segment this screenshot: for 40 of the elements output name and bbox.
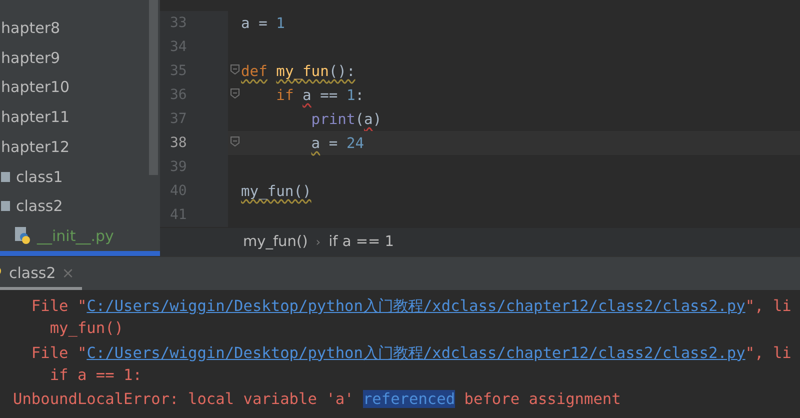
tree-item-label: class2 bbox=[16, 197, 63, 216]
tree-item-label: class1 bbox=[16, 168, 63, 186]
tree-item-label: hapter12 bbox=[1, 138, 70, 156]
code-line: my_fun() bbox=[241, 182, 312, 200]
tree-item-label: hapter11 bbox=[1, 108, 70, 126]
tree-item-label: hapter10 bbox=[1, 78, 70, 96]
code-line: def my_fun(): bbox=[241, 62, 356, 80]
folder-icon bbox=[1, 170, 10, 183]
tree-item-label: hapter8 bbox=[1, 18, 60, 37]
python-file-icon bbox=[15, 227, 31, 246]
folder-icon bbox=[1, 200, 10, 212]
code-line: print(a) bbox=[310, 110, 382, 128]
project-tree-item[interactable]: hapter9 bbox=[0, 42, 160, 72]
console-line: if a == 1: bbox=[48, 366, 143, 386]
fold-icon[interactable] bbox=[230, 88, 240, 99]
code-line: a = 24 bbox=[310, 134, 364, 152]
fold-icon[interactable] bbox=[230, 64, 240, 75]
code-line: if a == 1: bbox=[275, 86, 364, 104]
file-link[interactable]: C:/Users/wiggin/Desktop/python入门教程/xdclass/chapter12/class2/class2.py bbox=[86, 344, 746, 362]
breadcrumb-item[interactable]: my_fun() bbox=[243, 234, 308, 250]
project-tree-item[interactable]: __init__.py bbox=[14, 221, 160, 251]
project-tree-item[interactable]: hapter10 bbox=[0, 72, 160, 102]
breadcrumb-item[interactable]: if a == 1 bbox=[328, 234, 394, 250]
project-tree-item[interactable]: hapter12 bbox=[0, 132, 160, 162]
code-line: a = 1 bbox=[241, 14, 285, 32]
console-line: File "C:/Users/wiggin/Desktop/python入门教程/xdclass/chapter12/class2/class2.py", li bbox=[30, 342, 792, 364]
tab-label: class2 bbox=[9, 264, 56, 282]
project-tree-item[interactable]: class1 bbox=[0, 162, 160, 192]
breadcrumb-separator: › bbox=[316, 235, 321, 249]
project-tree-item[interactable]: hapter8 bbox=[0, 13, 160, 43]
console-line: my_fun() bbox=[48, 319, 125, 340]
project-tree-item[interactable]: class2 bbox=[0, 192, 160, 222]
project-tree-item[interactable]: hapter11 bbox=[0, 102, 160, 132]
console-line: UnboundLocalError: local variable 'a' referenced before assignment bbox=[13, 390, 622, 410]
scrollbar[interactable] bbox=[149, 0, 158, 175]
fold-icon[interactable] bbox=[230, 136, 240, 147]
tree-item-label: __init__.py bbox=[37, 227, 114, 246]
file-link[interactable]: C:/Users/wiggin/Desktop/python入门教程/xdclass/chapter12/class2/class2.py bbox=[86, 297, 746, 315]
tree-item-label: hapter9 bbox=[1, 48, 60, 67]
console-line: File "C:/Users/wiggin/Desktop/python入门教程/xdclass/chapter12/class2/class2.py", li bbox=[30, 296, 792, 317]
